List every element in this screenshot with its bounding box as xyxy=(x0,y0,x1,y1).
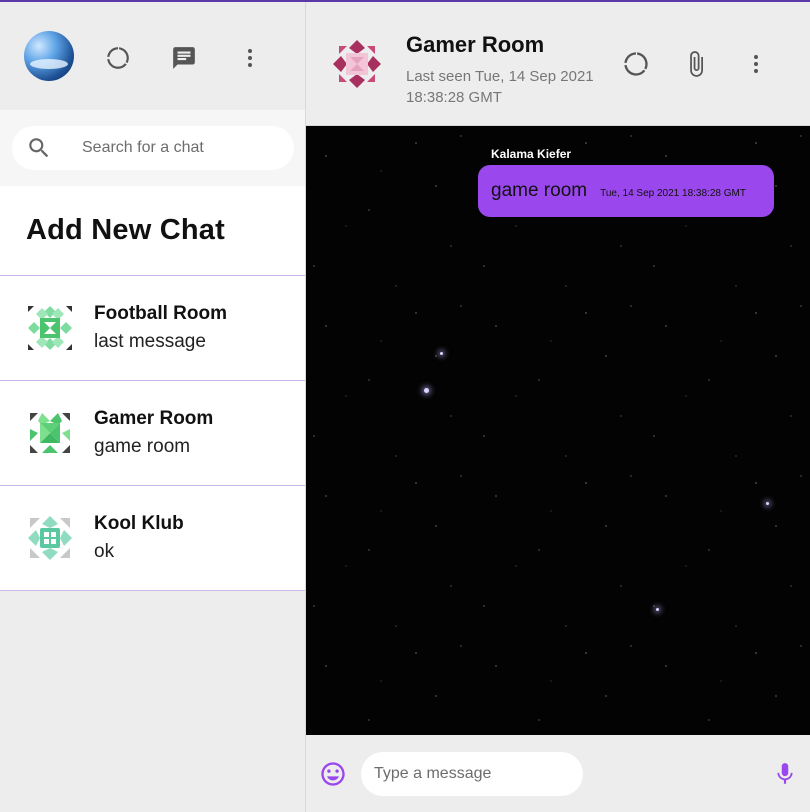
chat-last-message: ok xyxy=(94,541,115,562)
chat-title: Gamer Room xyxy=(406,32,545,57)
chat-avatar-icon xyxy=(26,514,74,562)
emoji-icon xyxy=(321,761,345,786)
search-container xyxy=(0,110,305,186)
background-star xyxy=(656,608,659,611)
chat-avatar-icon xyxy=(26,304,74,352)
sidebar-header-icons xyxy=(104,44,264,72)
last-seen-text: Last seen Tue, 14 Sep 2021 18:38:28 GMT xyxy=(406,68,594,106)
sidebar-menu-button[interactable] xyxy=(236,44,264,72)
chat-menu-button[interactable] xyxy=(742,50,770,78)
background-star xyxy=(440,352,443,355)
sidebar-header xyxy=(0,2,305,110)
search-box xyxy=(12,126,294,170)
chat-header-avatar-icon[interactable] xyxy=(331,38,383,90)
message-sender: Kalama Kiefer xyxy=(491,147,572,161)
message-bubble[interactable]: game room Tue, 14 Sep 2021 18:38:28 GMT xyxy=(478,165,774,217)
chat-name: Football Room xyxy=(94,303,227,324)
chat-name: Gamer Room xyxy=(94,408,214,429)
chat-last-message: game room xyxy=(94,436,191,457)
more-vert-icon xyxy=(754,55,758,73)
chat-avatar-icon xyxy=(26,409,74,457)
status-icon xyxy=(107,47,129,69)
message-text: game room xyxy=(491,180,588,201)
chat-item-gamer-room[interactable]: Gamer Room game room xyxy=(0,381,305,486)
status-button[interactable] xyxy=(104,44,132,72)
chat-footer xyxy=(306,735,810,812)
chat-name: Kool Klub xyxy=(94,513,184,534)
chat-item-kool-klub[interactable]: Kool Klub ok xyxy=(0,486,305,591)
attach-icon xyxy=(690,51,703,77)
search-icon xyxy=(29,138,49,158)
chat-icon xyxy=(173,47,195,69)
sidebar: Add New Chat Football Room last message xyxy=(0,2,306,812)
chat-header-info: Gamer Room Last seen Tue, 14 Sep 2021 18… xyxy=(406,32,606,108)
chat-last-message: last message xyxy=(94,331,206,352)
search-input[interactable] xyxy=(82,139,272,157)
chat-text: Football Room last message xyxy=(94,303,227,353)
chat-text: Kool Klub ok xyxy=(94,513,184,563)
message-timestamp: Tue, 14 Sep 2021 18:38:28 GMT xyxy=(600,187,746,199)
chat-text: Gamer Room game room xyxy=(94,408,213,458)
chat-messages-area[interactable]: Kalama Kiefer game room Tue, 14 Sep 2021… xyxy=(306,126,810,735)
status-icon xyxy=(624,52,648,76)
background-star xyxy=(424,388,429,393)
new-chat-button[interactable] xyxy=(170,44,198,72)
background-star xyxy=(766,502,769,505)
chat-item-football-room[interactable]: Football Room last message xyxy=(0,276,305,381)
mic-button[interactable] xyxy=(771,760,799,788)
attach-button[interactable] xyxy=(682,50,710,78)
emoji-button[interactable] xyxy=(319,760,347,788)
chat-status-button[interactable] xyxy=(622,50,650,78)
message-input-box xyxy=(361,751,583,796)
message-input[interactable] xyxy=(374,764,574,783)
more-vert-icon xyxy=(248,49,252,67)
chat-panel: Gamer Room Last seen Tue, 14 Sep 2021 18… xyxy=(306,2,810,812)
chat-header-icons xyxy=(622,50,770,78)
add-new-chat-label: Add New Chat xyxy=(26,214,225,246)
add-new-chat-button[interactable]: Add New Chat xyxy=(0,186,305,276)
avatar[interactable] xyxy=(24,31,74,81)
chat-header: Gamer Room Last seen Tue, 14 Sep 2021 18… xyxy=(306,2,810,126)
mic-icon xyxy=(777,763,793,784)
